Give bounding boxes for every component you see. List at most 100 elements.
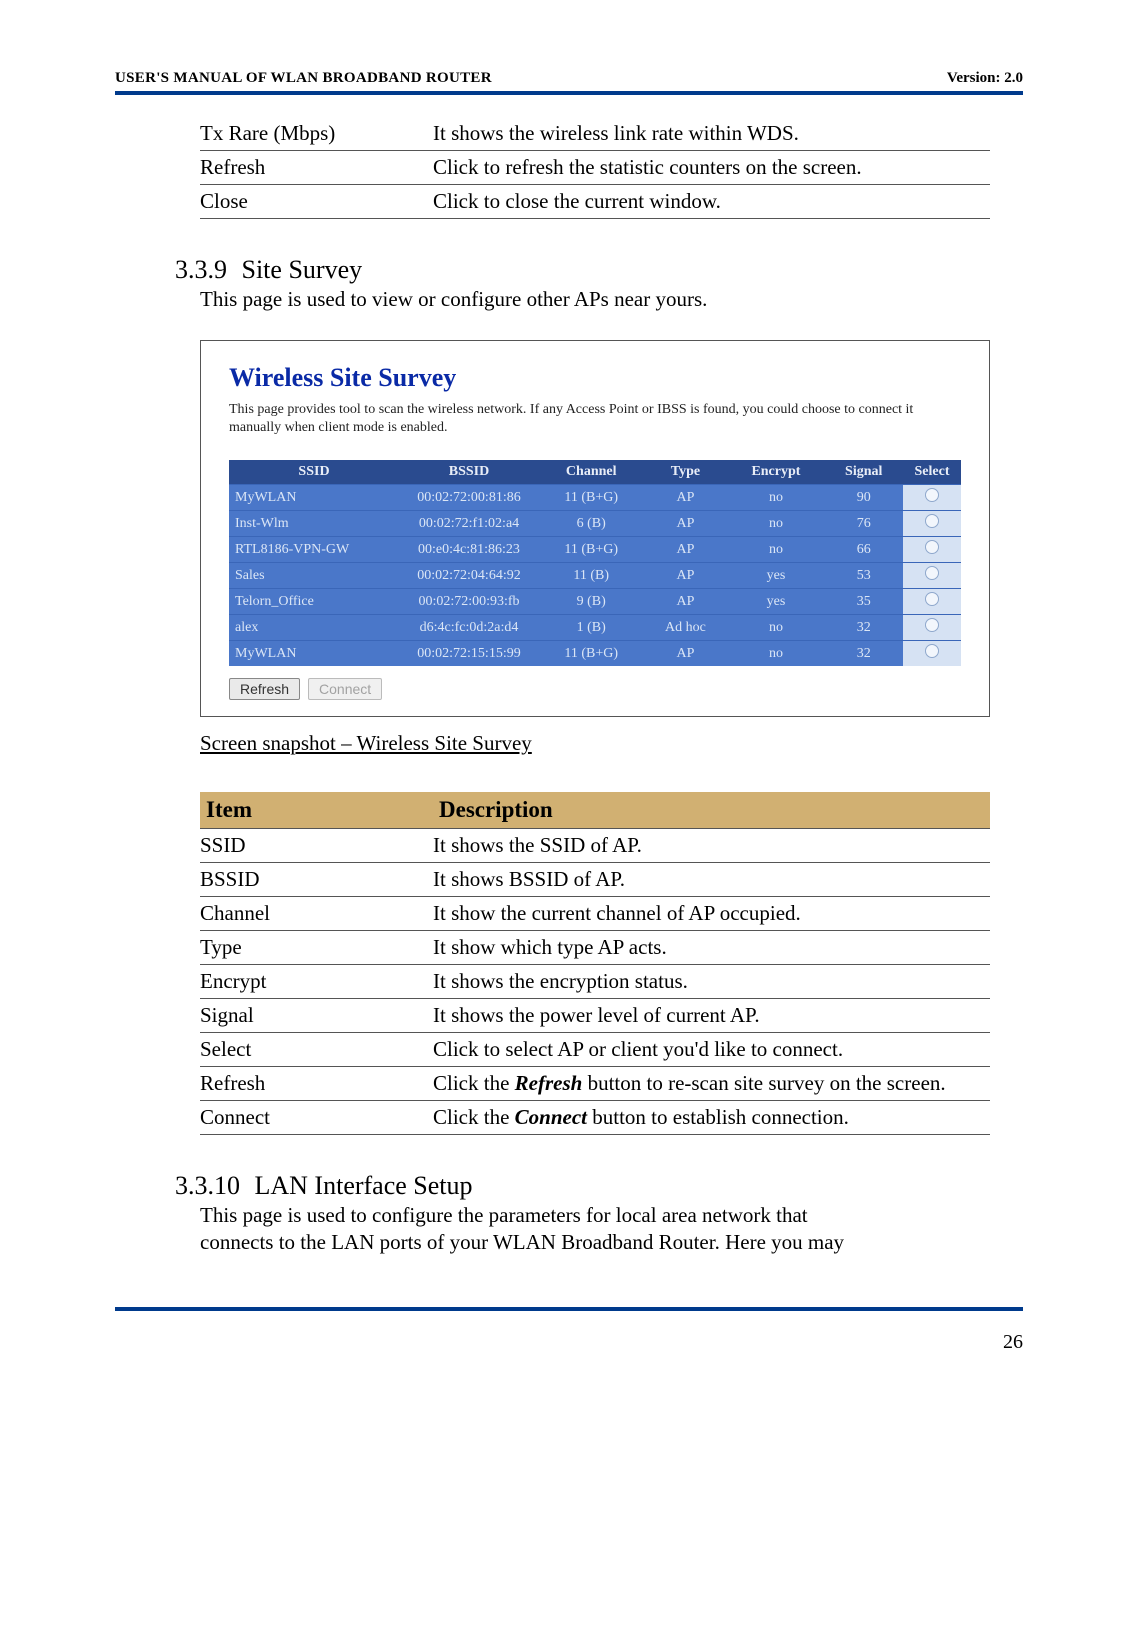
survey-cell: 1 (B) <box>539 614 643 640</box>
section-339-heading: 3.3.9 Site Survey <box>175 255 1023 285</box>
item-cell: Refresh <box>200 1067 433 1101</box>
desc-cell: Click the Connect button to establish co… <box>433 1101 990 1135</box>
table-row: MyWLAN00:02:72:15:15:9911 (B+G)APno32 <box>229 640 961 666</box>
survey-cell: 90 <box>824 484 903 510</box>
table-row: SignalIt shows the power level of curren… <box>200 999 990 1033</box>
table-row: RefreshClick the Refresh button to re-sc… <box>200 1067 990 1101</box>
connect-button[interactable]: Connect <box>308 678 382 700</box>
table-row: RTL8186-VPN-GW00:e0:4c:81:86:2311 (B+G)A… <box>229 536 961 562</box>
survey-cell: 11 (B+G) <box>539 640 643 666</box>
survey-table: SSIDBSSIDChannelTypeEncryptSignalSelect … <box>229 460 961 666</box>
select-radio-cell[interactable] <box>903 614 961 640</box>
select-radio-cell[interactable] <box>903 484 961 510</box>
radio-icon[interactable] <box>925 644 939 658</box>
survey-cell: no <box>727 640 824 666</box>
item-cell: Signal <box>200 999 433 1033</box>
survey-cell: 00:02:72:00:81:86 <box>399 484 539 510</box>
survey-cell: Telorn_Office <box>229 588 399 614</box>
select-radio-cell[interactable] <box>903 640 961 666</box>
survey-cell: AP <box>643 510 727 536</box>
table-row: SelectClick to select AP or client you'd… <box>200 1033 990 1067</box>
survey-header-cell: Encrypt <box>727 460 824 484</box>
section-3310-para-2: connects to the LAN ports of your WLAN B… <box>200 1230 1023 1255</box>
select-radio-cell[interactable] <box>903 562 961 588</box>
desc-cell: Click to refresh the statistic counters … <box>433 151 990 185</box>
table-row: CloseClick to close the current window. <box>200 185 990 219</box>
table-row: EncryptIt shows the encryption status. <box>200 965 990 999</box>
desc-cell: It shows BSSID of AP. <box>433 863 990 897</box>
radio-icon[interactable] <box>925 540 939 554</box>
desc-header-item: Item <box>200 792 433 829</box>
desc-cell: Click the Refresh button to re-scan site… <box>433 1067 990 1101</box>
survey-cell: yes <box>727 562 824 588</box>
survey-cell: 9 (B) <box>539 588 643 614</box>
survey-cell: 66 <box>824 536 903 562</box>
survey-cell: Inst-Wlm <box>229 510 399 536</box>
top-continuation-table: Tx Rare (Mbps)It shows the wireless link… <box>200 117 990 219</box>
survey-cell: AP <box>643 484 727 510</box>
emphasis: Refresh <box>515 1071 583 1095</box>
survey-cell: 32 <box>824 614 903 640</box>
radio-icon[interactable] <box>925 488 939 502</box>
survey-cell: 11 (B) <box>539 562 643 588</box>
table-row: RefreshClick to refresh the statistic co… <box>200 151 990 185</box>
survey-cell: alex <box>229 614 399 640</box>
desc-cell: It shows the encryption status. <box>433 965 990 999</box>
survey-cell: MyWLAN <box>229 484 399 510</box>
figure-title: Wireless Site Survey <box>229 363 961 393</box>
item-cell: Connect <box>200 1101 433 1135</box>
survey-cell: RTL8186-VPN-GW <box>229 536 399 562</box>
survey-cell: AP <box>643 536 727 562</box>
item-cell: Tx Rare (Mbps) <box>200 117 433 151</box>
section-3310-number: 3.3.10 <box>175 1171 240 1201</box>
table-row: Tx Rare (Mbps)It shows the wireless link… <box>200 117 990 151</box>
header-title: USER'S MANUAL OF WLAN BROADBAND ROUTER <box>115 70 492 87</box>
survey-header-cell: BSSID <box>399 460 539 484</box>
header-rule <box>115 91 1023 95</box>
radio-icon[interactable] <box>925 566 939 580</box>
footer-rule <box>115 1307 1023 1311</box>
survey-cell: 6 (B) <box>539 510 643 536</box>
survey-cell: AP <box>643 588 727 614</box>
radio-icon[interactable] <box>925 618 939 632</box>
item-cell: Close <box>200 185 433 219</box>
item-cell: Channel <box>200 897 433 931</box>
header-version: Version: 2.0 <box>947 70 1023 87</box>
figure-caption: Screen snapshot – Wireless Site Survey <box>200 731 1023 756</box>
item-cell: Encrypt <box>200 965 433 999</box>
item-cell: SSID <box>200 829 433 863</box>
survey-cell: Sales <box>229 562 399 588</box>
table-row: alexd6:4c:fc:0d:2a:d41 (B)Ad hocno32 <box>229 614 961 640</box>
select-radio-cell[interactable] <box>903 510 961 536</box>
table-row: MyWLAN00:02:72:00:81:8611 (B+G)APno90 <box>229 484 961 510</box>
survey-cell: no <box>727 614 824 640</box>
survey-cell: no <box>727 510 824 536</box>
table-row: Telorn_Office00:02:72:00:93:fb9 (B)APyes… <box>229 588 961 614</box>
radio-icon[interactable] <box>925 592 939 606</box>
refresh-button[interactable]: Refresh <box>229 678 300 700</box>
survey-cell: 00:02:72:00:93:fb <box>399 588 539 614</box>
survey-cell: no <box>727 536 824 562</box>
table-row: ChannelIt show the current channel of AP… <box>200 897 990 931</box>
desc-cell: It shows the power level of current AP. <box>433 999 990 1033</box>
survey-cell: 53 <box>824 562 903 588</box>
survey-cell: AP <box>643 640 727 666</box>
site-survey-figure: Wireless Site Survey This page provides … <box>200 340 990 717</box>
section-339-title: Site Survey <box>242 255 363 284</box>
survey-header-cell: Type <box>643 460 727 484</box>
select-radio-cell[interactable] <box>903 588 961 614</box>
table-row: Sales00:02:72:04:64:9211 (B)APyes53 <box>229 562 961 588</box>
item-cell: Refresh <box>200 151 433 185</box>
desc-cell: It show the current channel of AP occupi… <box>433 897 990 931</box>
survey-header-cell: Select <box>903 460 961 484</box>
survey-header-cell: SSID <box>229 460 399 484</box>
radio-icon[interactable] <box>925 514 939 528</box>
item-cell: Type <box>200 931 433 965</box>
select-radio-cell[interactable] <box>903 536 961 562</box>
desc-cell: Click to select AP or client you'd like … <box>433 1033 990 1067</box>
survey-cell: 76 <box>824 510 903 536</box>
survey-cell: 00:e0:4c:81:86:23 <box>399 536 539 562</box>
survey-cell: no <box>727 484 824 510</box>
survey-cell: Ad hoc <box>643 614 727 640</box>
survey-cell: 35 <box>824 588 903 614</box>
